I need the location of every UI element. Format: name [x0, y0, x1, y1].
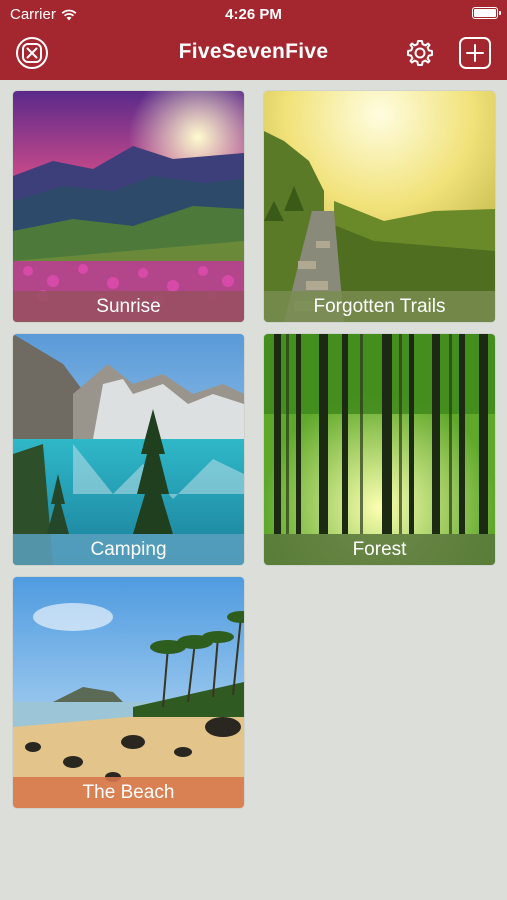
category-label: Forgotten Trails: [264, 291, 495, 322]
category-label: Sunrise: [13, 291, 244, 322]
category-card-forest[interactable]: Forest: [264, 334, 495, 565]
settings-button[interactable]: [403, 36, 437, 70]
category-label: Forest: [264, 534, 495, 565]
category-card-camping[interactable]: Camping: [13, 334, 244, 565]
top-bar: Carrier 4:26 PM FiveSevenFive: [0, 0, 507, 80]
the-beach-image: [13, 577, 244, 808]
add-button[interactable]: [458, 36, 492, 70]
nav-bar: FiveSevenFive: [0, 28, 507, 80]
forgotten-trails-image: [264, 91, 495, 322]
category-label: The Beach: [13, 777, 244, 808]
category-card-the-beach[interactable]: The Beach: [13, 577, 244, 808]
plus-icon: [459, 37, 491, 69]
sunrise-image: [13, 91, 244, 322]
status-bar: Carrier 4:26 PM: [0, 0, 507, 28]
forest-image: [264, 334, 495, 565]
status-time: 4:26 PM: [225, 6, 282, 23]
category-label: Camping: [13, 534, 244, 565]
camping-image: [13, 334, 244, 565]
category-card-forgotten-trails[interactable]: Forgotten Trails: [264, 91, 495, 322]
battery-icon: [472, 7, 501, 19]
gear-icon: [407, 40, 433, 66]
category-card-sunrise[interactable]: Sunrise: [13, 91, 244, 322]
app-screen: Carrier 4:26 PM FiveSevenFive Sunrise Fo…: [0, 0, 507, 900]
